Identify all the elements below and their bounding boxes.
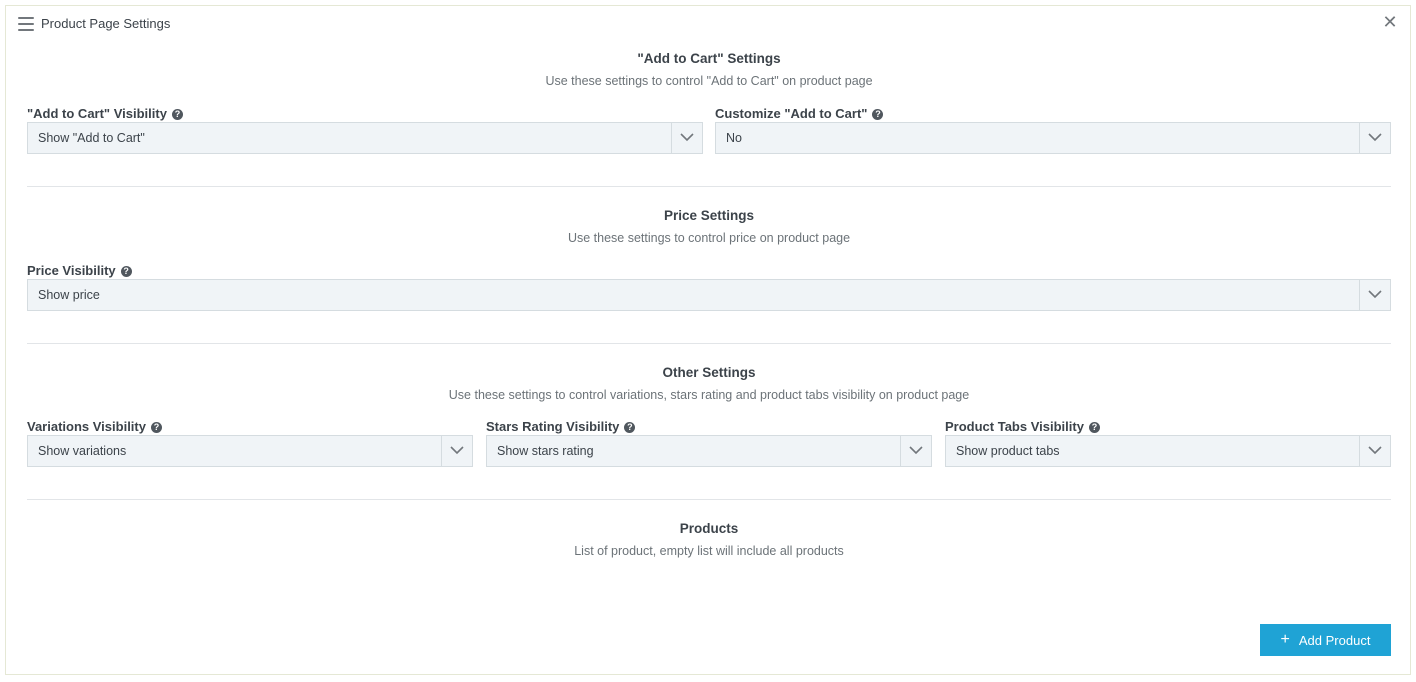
- divider: [27, 186, 1391, 187]
- select-value: No: [726, 131, 742, 145]
- add-product-button[interactable]: + Add Product: [1260, 624, 1391, 656]
- help-icon[interactable]: ?: [872, 108, 884, 120]
- select-value: Show product tabs: [956, 444, 1060, 458]
- select-value: Show variations: [38, 444, 127, 458]
- settings-panel: Product Page Settings ✕ "Add to Cart" Se…: [5, 5, 1411, 675]
- variations-visibility-field: Variations Visibility ? Show variations: [27, 418, 473, 468]
- products-section-header: Products List of product, empty list wil…: [27, 521, 1391, 558]
- divider: [27, 343, 1391, 344]
- chevron-down-icon[interactable]: [1359, 436, 1390, 466]
- chevron-down-icon[interactable]: [1359, 280, 1390, 310]
- help-icon[interactable]: ?: [1088, 421, 1100, 433]
- chevron-down-icon[interactable]: [900, 436, 931, 466]
- help-icon[interactable]: ?: [150, 421, 162, 433]
- help-icon[interactable]: ?: [120, 265, 132, 277]
- hamburger-icon[interactable]: [18, 17, 34, 31]
- price-visibility-field: Price Visibility ? Show price: [27, 262, 1391, 312]
- panel-header: Product Page Settings ✕: [6, 6, 1410, 42]
- field-label: Customize "Add to Cart": [715, 106, 868, 121]
- field-label: Product Tabs Visibility: [945, 419, 1084, 434]
- chevron-down-icon[interactable]: [441, 436, 472, 466]
- field-label: Stars Rating Visibility: [486, 419, 620, 434]
- section-title: Other Settings: [662, 365, 756, 380]
- stars-rating-visibility-field: Stars Rating Visibility ? Show stars rat…: [486, 418, 932, 468]
- section-description: Use these settings to control variations…: [448, 388, 970, 402]
- field-label: Price Visibility: [27, 263, 116, 278]
- chevron-down-icon[interactable]: [671, 123, 702, 153]
- price-section-header: Price Settings Use these settings to con…: [27, 208, 1391, 245]
- help-icon[interactable]: ?: [171, 108, 183, 120]
- section-description: Use these settings to control price on p…: [567, 231, 851, 245]
- customize-add-to-cart-field: Customize "Add to Cart" ? No: [715, 105, 1391, 155]
- add-product-label: Add Product: [1298, 632, 1371, 648]
- select-value: Show "Add to Cart": [38, 131, 145, 145]
- section-title: Price Settings: [663, 208, 755, 223]
- section-title: Products: [679, 521, 739, 536]
- divider: [27, 499, 1391, 500]
- section-description: List of product, empty list will include…: [574, 544, 844, 558]
- section-description: Use these settings to control "Add to Ca…: [545, 74, 873, 88]
- add-to-cart-visibility-field: "Add to Cart" Visibility ? Show "Add to …: [27, 105, 703, 155]
- help-icon[interactable]: ?: [624, 421, 636, 433]
- field-label: Variations Visibility: [27, 419, 146, 434]
- variations-visibility-select[interactable]: Show variations: [27, 435, 473, 467]
- select-value: Show price: [38, 288, 100, 302]
- plus-icon: +: [1280, 631, 1290, 648]
- chevron-down-icon[interactable]: [1359, 123, 1390, 153]
- other-section-header: Other Settings Use these settings to con…: [27, 365, 1391, 402]
- add-to-cart-section-header: "Add to Cart" Settings Use these setting…: [27, 51, 1391, 88]
- select-value: Show stars rating: [497, 444, 594, 458]
- section-title: "Add to Cart" Settings: [637, 51, 781, 66]
- close-icon[interactable]: ✕: [1382, 13, 1398, 31]
- product-tabs-visibility-select[interactable]: Show product tabs: [945, 435, 1391, 467]
- customize-add-to-cart-select[interactable]: No: [715, 122, 1391, 154]
- stars-rating-visibility-select[interactable]: Show stars rating: [486, 435, 932, 467]
- field-label: "Add to Cart" Visibility: [27, 106, 167, 121]
- price-visibility-select[interactable]: Show price: [27, 279, 1391, 311]
- panel-title: Product Page Settings: [41, 16, 171, 31]
- add-to-cart-visibility-select[interactable]: Show "Add to Cart": [27, 122, 703, 154]
- product-tabs-visibility-field: Product Tabs Visibility ? Show product t…: [945, 418, 1391, 468]
